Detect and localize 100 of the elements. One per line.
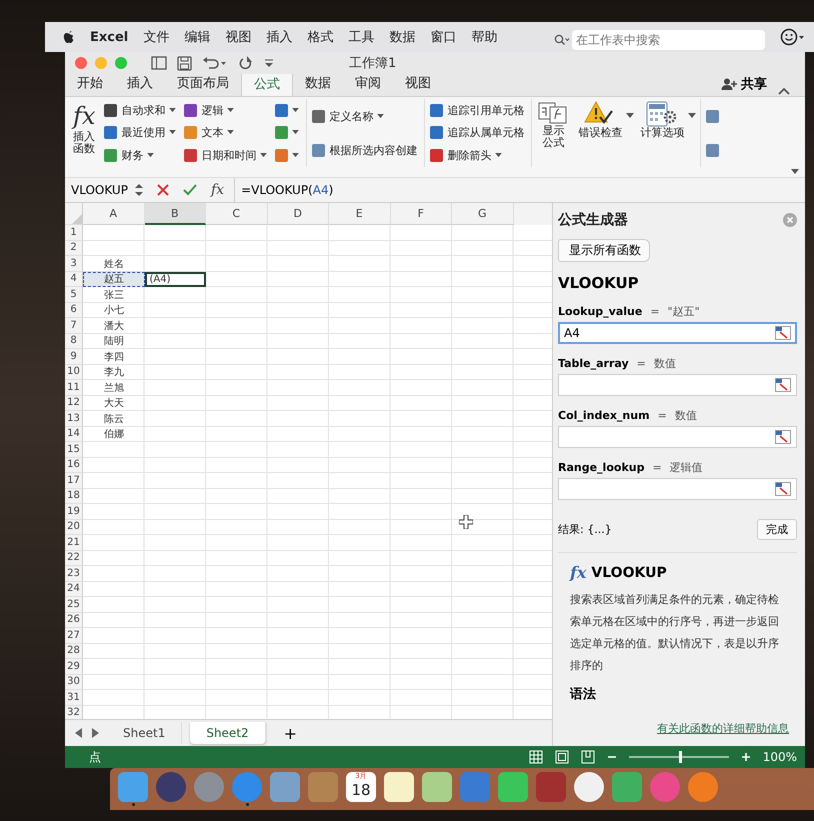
table-cell[interactable]: 伯娜 (83, 426, 144, 442)
table-cell[interactable]: 陈云 (83, 411, 144, 426)
row-header[interactable]: 20 (65, 520, 83, 535)
table-cell[interactable]: 张三 (83, 287, 144, 302)
row-header[interactable]: 11 (65, 380, 83, 396)
zoom-slider-thumb[interactable] (678, 751, 682, 763)
range-picker-icon[interactable] (775, 378, 791, 392)
row-header[interactable]: 30 (65, 674, 83, 690)
redo-icon[interactable] (238, 56, 253, 70)
customize-caret-icon[interactable] (263, 57, 275, 69)
row-header[interactable]: 10 (65, 364, 83, 380)
table-cell[interactable]: 赵五 (83, 272, 144, 287)
row-header[interactable]: 25 (65, 597, 83, 612)
row-header[interactable]: 6 (65, 302, 83, 318)
row-header[interactable]: 8 (65, 334, 83, 349)
save-icon[interactable] (177, 56, 192, 70)
ribbon-button[interactable]: 定义名称 (309, 108, 420, 124)
table-cell[interactable]: 潘大 (83, 318, 144, 334)
ribbon-tab[interactable]: 页面布局 (165, 72, 241, 96)
range-picker-icon[interactable] (775, 430, 791, 444)
row-header[interactable]: 7 (65, 318, 83, 334)
table-cell[interactable]: 小七 (83, 302, 144, 318)
row-header[interactable]: 18 (65, 488, 83, 504)
ribbon-button[interactable]: 计算选项 (636, 99, 688, 141)
ribbon-button[interactable]: 追踪引用单元格 (427, 102, 528, 119)
row-header[interactable]: 29 (65, 659, 83, 674)
ribbon-tab[interactable]: 插入 (115, 72, 165, 96)
table-cell[interactable]: (A4) (144, 272, 206, 287)
done-button[interactable]: 完成 (757, 519, 797, 540)
user-face-icon[interactable] (780, 28, 806, 46)
menu-item[interactable]: 插入 (266, 28, 292, 46)
row-header[interactable]: 13 (65, 411, 83, 426)
row-header[interactable]: 31 (65, 690, 83, 706)
zoom-in-icon[interactable] (740, 752, 751, 762)
row-header[interactable]: 26 (65, 612, 83, 628)
page-break-icon[interactable] (580, 750, 595, 764)
stepper-icon[interactable] (135, 183, 143, 197)
ribbon-button[interactable]: 最近使用 (101, 124, 180, 142)
row-header[interactable]: 12 (65, 396, 83, 411)
column-header[interactable]: B (144, 203, 206, 225)
normal-view-icon[interactable] (528, 750, 543, 764)
column-header[interactable]: G (452, 203, 514, 225)
menu-item[interactable]: 数据 (389, 28, 416, 46)
row-header[interactable]: 1 (65, 225, 83, 240)
help-link[interactable]: 有关此函数的详细帮助信息 (570, 721, 789, 736)
menu-item[interactable]: Excel (90, 30, 128, 44)
name-box[interactable]: VLOOKUP (65, 183, 125, 197)
row-header[interactable]: 2 (65, 240, 83, 256)
ribbon-button[interactable]: 错误检查 (574, 99, 626, 141)
menu-item[interactable]: 工具 (348, 28, 374, 46)
sheet-tab[interactable]: Sheet1 (107, 722, 182, 744)
ribbon-button[interactable]: 根据所选内容创建 (309, 142, 420, 158)
back-button[interactable]: 显示所有函数 (558, 239, 650, 262)
column-header[interactable]: D (268, 203, 329, 225)
menu-item[interactable]: 窗口 (430, 28, 456, 46)
ribbon-tab[interactable]: 审阅 (343, 72, 393, 96)
row-header[interactable]: 16 (65, 458, 83, 473)
table-cell[interactable]: 陆明 (83, 334, 144, 349)
menu-item[interactable]: 格式 (307, 28, 334, 46)
column-header[interactable]: E (329, 203, 390, 225)
row-header[interactable]: 9 (65, 349, 83, 364)
cancel-icon[interactable] (157, 184, 169, 196)
previous-sheet-icon[interactable] (75, 728, 83, 738)
row-header[interactable]: 28 (65, 644, 83, 659)
caret-icon[interactable] (688, 113, 696, 119)
check-icon[interactable] (183, 184, 197, 196)
ribbon-button[interactable]: fx 插入 函数 (69, 99, 100, 157)
ribbon-button[interactable]: 文本 (181, 124, 270, 142)
menu-item[interactable]: 视图 (225, 28, 252, 46)
sidebar-icon[interactable] (151, 56, 167, 70)
page-layout-icon[interactable] (554, 750, 569, 764)
row-header[interactable]: 23 (65, 566, 83, 582)
column-header[interactable]: A (83, 203, 144, 225)
ribbon-button[interactable]: 删除箭头 (427, 147, 528, 164)
ribbon-button[interactable]: 逻辑 (181, 102, 270, 119)
row-header[interactable]: 27 (65, 628, 83, 644)
menu-item[interactable]: 编辑 (184, 28, 210, 46)
add-sheet-button[interactable]: + (274, 724, 308, 742)
search-field[interactable]: 在工作表中搜索 (572, 30, 765, 50)
apple-icon[interactable] (63, 30, 75, 44)
ribbon-tab[interactable]: 公式 (241, 72, 293, 96)
ribbon-button[interactable]: 自动求和 (101, 102, 180, 119)
row-header[interactable]: 3 (65, 256, 83, 272)
ribbon-button[interactable]: 追踪从属单元格 (427, 124, 528, 142)
range-picker-icon[interactable] (775, 482, 791, 496)
row-header[interactable]: 19 (65, 504, 83, 520)
table-cell[interactable]: 姓名 (83, 256, 144, 272)
range-picker-icon[interactable] (775, 326, 791, 340)
row-header[interactable]: 22 (65, 550, 83, 566)
ribbon-tab[interactable]: 数据 (293, 72, 343, 96)
argument-field[interactable]: A4 (558, 322, 797, 344)
table-cell[interactable]: 大天 (83, 396, 144, 411)
argument-field[interactable] (558, 374, 797, 396)
menu-item[interactable]: 帮助 (471, 28, 498, 46)
row-header[interactable]: 5 (65, 287, 83, 302)
ribbon-tab[interactable]: 视图 (393, 72, 443, 96)
argument-field[interactable] (558, 426, 797, 448)
table-cell[interactable]: 李四 (83, 349, 144, 364)
table-cell[interactable]: 李九 (83, 364, 144, 380)
row-header[interactable]: 24 (65, 582, 83, 597)
